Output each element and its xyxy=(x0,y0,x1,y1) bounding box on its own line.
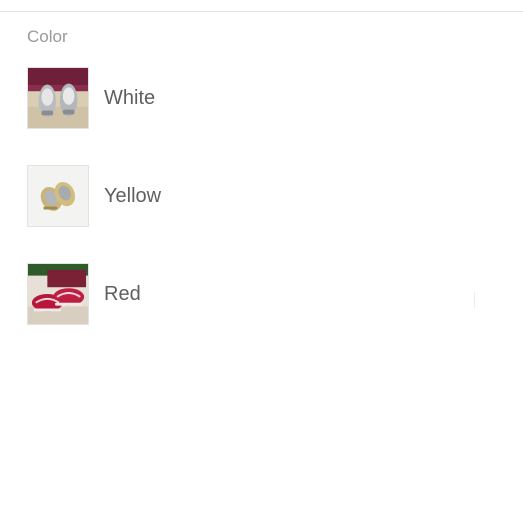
color-option-label-white: White xyxy=(104,87,156,109)
color-section-label: Color xyxy=(27,27,68,46)
color-option-list: White Yellow Red xyxy=(27,66,487,360)
yellow-sneakers-thumbnail xyxy=(27,165,89,227)
white-sneakers-image xyxy=(28,68,88,128)
color-option-label-yellow: Yellow xyxy=(104,185,162,207)
yellow-sneakers-image xyxy=(28,166,88,226)
color-option-label-red: Red xyxy=(104,283,141,305)
red-sneakers-image xyxy=(28,264,88,324)
scroll-indicator xyxy=(474,292,475,308)
color-option-white[interactable]: White xyxy=(27,66,487,130)
color-option-yellow[interactable]: Yellow xyxy=(27,164,487,228)
top-divider xyxy=(0,11,523,12)
white-sneakers-thumbnail xyxy=(27,67,89,129)
red-sneakers-thumbnail xyxy=(27,263,89,325)
color-option-red[interactable]: Red xyxy=(27,262,487,326)
